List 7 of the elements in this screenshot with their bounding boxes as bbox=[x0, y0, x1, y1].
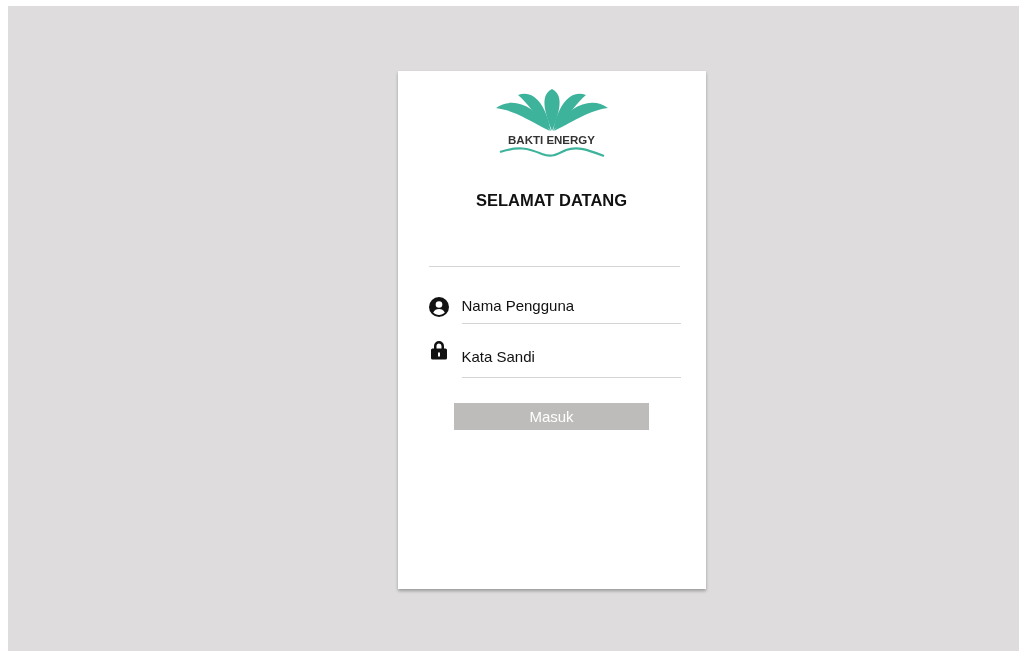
lock-icon bbox=[429, 340, 448, 360]
welcome-title: SELAMAT DATANG bbox=[475, 191, 628, 210]
logo-text: BAKTI ENERGY bbox=[508, 134, 595, 146]
user-icon bbox=[428, 297, 449, 317]
username-field[interactable]: Nama Pengguna bbox=[461, 291, 681, 324]
password-field[interactable]: Kata Sandi bbox=[461, 342, 681, 378]
wave-icon bbox=[497, 146, 606, 158]
